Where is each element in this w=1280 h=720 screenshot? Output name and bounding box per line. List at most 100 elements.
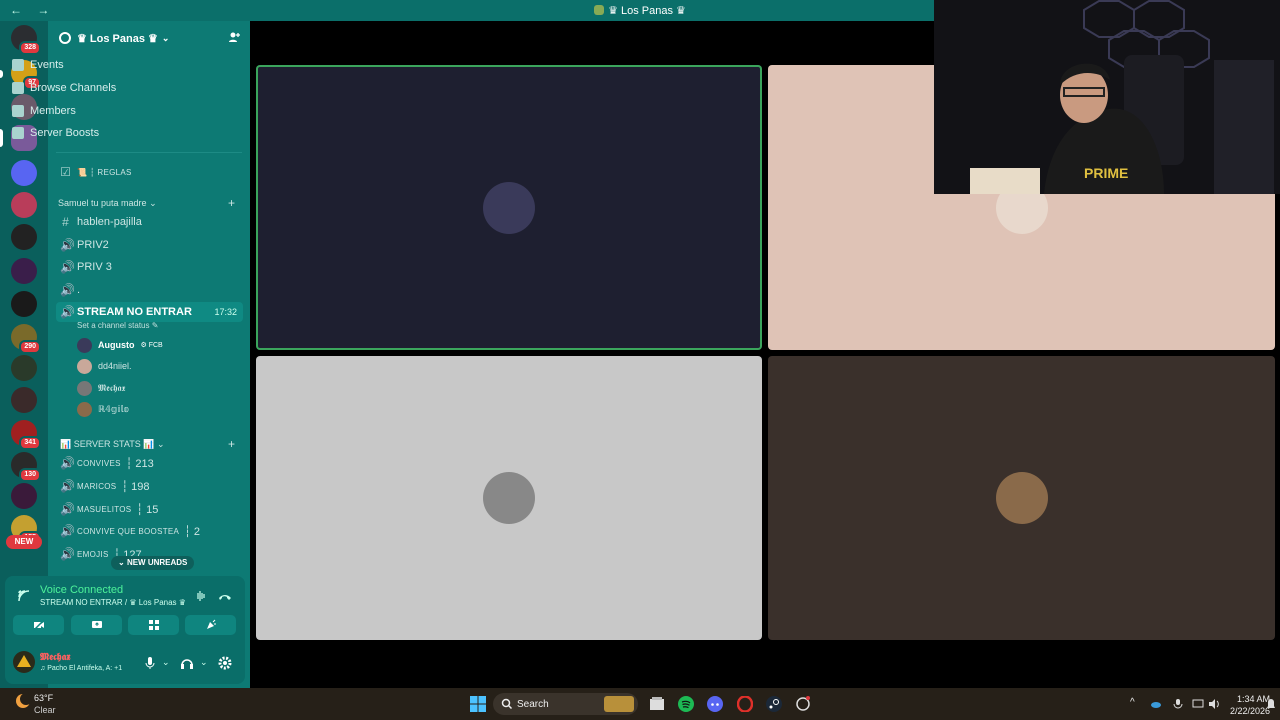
server-header[interactable]: ♛ Los Panas ♛ ⌄ <box>48 21 250 55</box>
chevron-up-icon[interactable]: ^ <box>1130 697 1135 708</box>
server-icon-10[interactable] <box>11 355 37 381</box>
channel-item[interactable]: 🔊 PRIV2 <box>60 235 244 255</box>
video-tile[interactable] <box>256 356 762 640</box>
category-samuel-label: Samuel tu puta madre <box>58 198 147 208</box>
voice-user[interactable]: dd4niiel. <box>77 357 132 375</box>
voice-user[interactable]: 𝕸𝖊𝖈𝖍𝖆𝖝 <box>77 379 125 397</box>
new-badge[interactable]: NEW <box>6 535 42 549</box>
voice-user[interactable]: ℝ𝟜𝕘𝕚𝕝𝕠 <box>77 400 129 418</box>
server-icon-9[interactable]: 290 <box>11 324 41 354</box>
channel-item[interactable]: # hablen-pajilla <box>60 212 244 232</box>
stat-label: MARICOS <box>77 481 117 491</box>
notification-bell-icon[interactable] <box>1266 698 1276 710</box>
server-icon-0[interactable]: 328 <box>11 25 41 55</box>
voice-user-name: 𝕸𝖊𝖈𝖍𝖆𝖝 <box>98 382 126 393</box>
voice-channel-icon: 🔊 <box>60 502 75 516</box>
participant-avatar <box>995 472 1048 524</box>
category-server-stats[interactable]: 📊 SERVER STATS 📊 ⌄ <box>60 439 164 450</box>
soundboard-button[interactable] <box>185 615 236 635</box>
taskbar-search[interactable]: Search <box>493 693 638 715</box>
invite-people-icon[interactable] <box>228 31 240 43</box>
gear-icon[interactable] <box>218 656 232 670</box>
channel-status[interactable]: Set a channel status ✎ <box>77 321 158 330</box>
clock-date[interactable]: 2/22/2026 <box>1230 706 1270 716</box>
channel-stream-no-entrar[interactable]: 🔊 STREAM NO ENTRAR 17:32 <box>56 302 243 322</box>
server-icon-12[interactable]: 341 <box>11 420 41 450</box>
channel-item[interactable]: 🔊 PRIV 3 <box>60 257 244 277</box>
chevron-down-icon: ⌄ <box>161 32 170 43</box>
weather-moon-icon[interactable] <box>14 692 32 710</box>
server-icon-8[interactable] <box>11 291 37 317</box>
discord-icon[interactable] <box>707 696 723 712</box>
server-icon-11[interactable] <box>11 387 37 413</box>
menu-members[interactable]: Members <box>12 101 76 121</box>
video-tile[interactable] <box>256 65 762 350</box>
voice-connected-title[interactable]: Voice Connected <box>40 584 123 596</box>
menu-browse-channels[interactable]: Browse Channels <box>12 78 116 98</box>
channel-item[interactable]: 🔊. <box>60 280 244 300</box>
spotify-icon[interactable] <box>678 696 694 712</box>
voice-channel-icon: 🔊 <box>60 479 75 493</box>
voice-user[interactable]: Augusto ⚙ FCB <box>77 336 163 354</box>
stat-label: CONVIVES <box>77 458 121 468</box>
activities-button[interactable] <box>128 615 179 635</box>
camera-toggle-button[interactable] <box>13 615 64 635</box>
user-avatar[interactable] <box>13 651 35 678</box>
calendar-icon <box>12 59 24 71</box>
mic-tray-icon[interactable] <box>1172 698 1184 710</box>
category-samuel[interactable]: Samuel tu puta madre ⌄ <box>58 198 157 209</box>
server-icon-5[interactable] <box>11 192 37 218</box>
voice-user-name: ℝ𝟜𝕘𝕚𝕝𝕠 <box>98 403 130 414</box>
menu-server-boosts[interactable]: Server Boosts <box>12 123 99 143</box>
server-icon-14[interactable] <box>11 483 37 509</box>
voice-channel-icon: 🔊 <box>60 238 75 252</box>
server-icon-4[interactable] <box>11 160 37 186</box>
channel-reglas-label: 📜 ┆ REGLAS <box>77 167 132 177</box>
camera-off-icon <box>32 619 45 631</box>
menu-events-label: Events <box>30 59 64 71</box>
menu-members-label: Members <box>30 105 76 117</box>
stat-channel[interactable]: 🔊 CONVIVES ┆ 213 <box>60 453 244 473</box>
stat-channel[interactable]: 🔊 MASUELITOS ┆ 15 <box>60 499 244 519</box>
server-icon-7[interactable] <box>11 258 37 284</box>
menu-events[interactable]: Events <box>12 55 64 75</box>
volume-icon[interactable] <box>1208 698 1220 710</box>
channel-label: PRIV2 <box>77 239 109 251</box>
avatar <box>13 651 35 673</box>
headphones-icon[interactable] <box>180 656 194 670</box>
channel-label: PRIV 3 <box>77 261 112 273</box>
channel-reglas[interactable]: ☑ 📜 ┆ REGLAS <box>60 162 244 182</box>
server-icon-6[interactable] <box>11 224 37 250</box>
new-unreads-button[interactable]: ⌄ NEW UNREADS <box>111 556 195 570</box>
mic-chevron-icon[interactable]: ⌄ <box>162 657 170 668</box>
video-tile[interactable] <box>768 356 1275 640</box>
network-icon[interactable] <box>1192 698 1204 710</box>
selected-pill <box>0 129 3 147</box>
file-explorer-icon[interactable] <box>649 696 665 712</box>
screen-share-button[interactable] <box>71 615 122 635</box>
username[interactable]: 𝕸𝖊𝖈𝖍𝖆𝖝 <box>40 652 70 663</box>
stat-value: ┆ 213 <box>125 457 154 470</box>
channel-timer: 17:32 <box>214 307 237 317</box>
noise-suppression-icon[interactable] <box>194 589 208 603</box>
category-stats-label: 📊 SERVER STATS 📊 <box>60 439 155 449</box>
divider <box>56 152 242 153</box>
text-channel-icon: # <box>62 215 69 229</box>
soundboard-icon <box>206 619 216 629</box>
app-icon[interactable] <box>795 696 811 712</box>
stat-channel[interactable]: 🔊 CONVIVE QUE BOOSTEA ┆ 2 <box>60 521 244 541</box>
server-icon-13[interactable]: 130 <box>11 452 41 482</box>
steam-icon[interactable] <box>766 696 782 712</box>
opera-icon[interactable] <box>737 696 753 712</box>
stat-channel[interactable]: 🔊 MARICOS ┆ 198 <box>60 476 244 496</box>
weather-temp[interactable]: 63°F <box>34 693 53 703</box>
voice-channel-icon: 🔊 <box>60 260 75 274</box>
onedrive-icon[interactable] <box>1150 698 1162 710</box>
connection-icon[interactable] <box>17 589 31 603</box>
voice-connected-subtitle[interactable]: STREAM NO ENTRAR / ♛ Los Panas ♛ <box>40 598 186 607</box>
headphones-chevron-icon[interactable]: ⌄ <box>200 657 208 668</box>
windows-start-icon[interactable] <box>470 696 486 712</box>
stat-value: ┆ 2 <box>184 525 200 538</box>
disconnect-icon[interactable] <box>218 589 232 603</box>
microphone-icon[interactable] <box>143 656 157 670</box>
